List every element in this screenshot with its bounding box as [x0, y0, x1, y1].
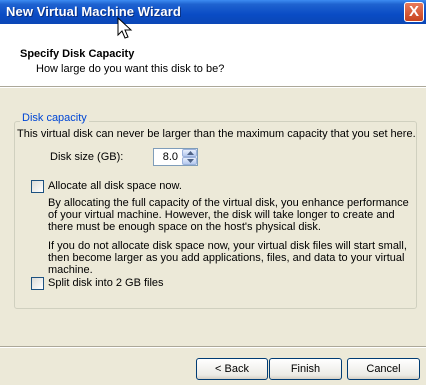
cancel-button[interactable]: Cancel: [347, 358, 420, 380]
split-disk-checkbox[interactable]: [31, 277, 44, 290]
window-title: New Virtual Machine Wizard: [6, 4, 181, 19]
arrow-down-icon: [187, 159, 194, 163]
title-bar[interactable]: New Virtual Machine Wizard X: [0, 0, 426, 24]
page-subtitle: How large do you want this disk to be?: [36, 63, 225, 75]
footer-divider: [0, 346, 426, 348]
allocate-later-description: If you do not allocate disk space now, y…: [48, 240, 407, 276]
close-button[interactable]: X: [404, 2, 424, 22]
page-title: Specify Disk Capacity: [20, 48, 135, 60]
disk-capacity-group-label: Disk capacity: [20, 112, 89, 124]
wizard-header: Specify Disk Capacity How large do you w…: [0, 24, 426, 86]
allocate-description: By allocating the full capacity of the v…: [48, 197, 409, 233]
split-disk-label[interactable]: Split disk into 2 GB files: [48, 277, 164, 289]
arrow-up-icon: [187, 151, 194, 155]
disk-size-value[interactable]: 8.0: [163, 151, 178, 163]
finish-button[interactable]: Finish: [269, 358, 342, 380]
spin-down-button[interactable]: [182, 157, 197, 165]
wizard-window: New Virtual Machine Wizard X Specify Dis…: [0, 0, 426, 385]
spinner-buttons: [182, 149, 197, 165]
disk-size-spinner[interactable]: 8.0: [153, 148, 198, 166]
mouse-cursor-icon: [117, 17, 133, 39]
capacity-note: This virtual disk can never be larger th…: [17, 128, 416, 140]
allocate-all-label[interactable]: Allocate all disk space now.: [48, 180, 182, 192]
header-divider: [0, 86, 426, 88]
close-icon: X: [408, 3, 419, 20]
back-button[interactable]: < Back: [196, 358, 268, 380]
disk-size-label: Disk size (GB):: [50, 151, 124, 163]
spin-up-button[interactable]: [182, 149, 197, 157]
allocate-all-checkbox[interactable]: [31, 180, 44, 193]
